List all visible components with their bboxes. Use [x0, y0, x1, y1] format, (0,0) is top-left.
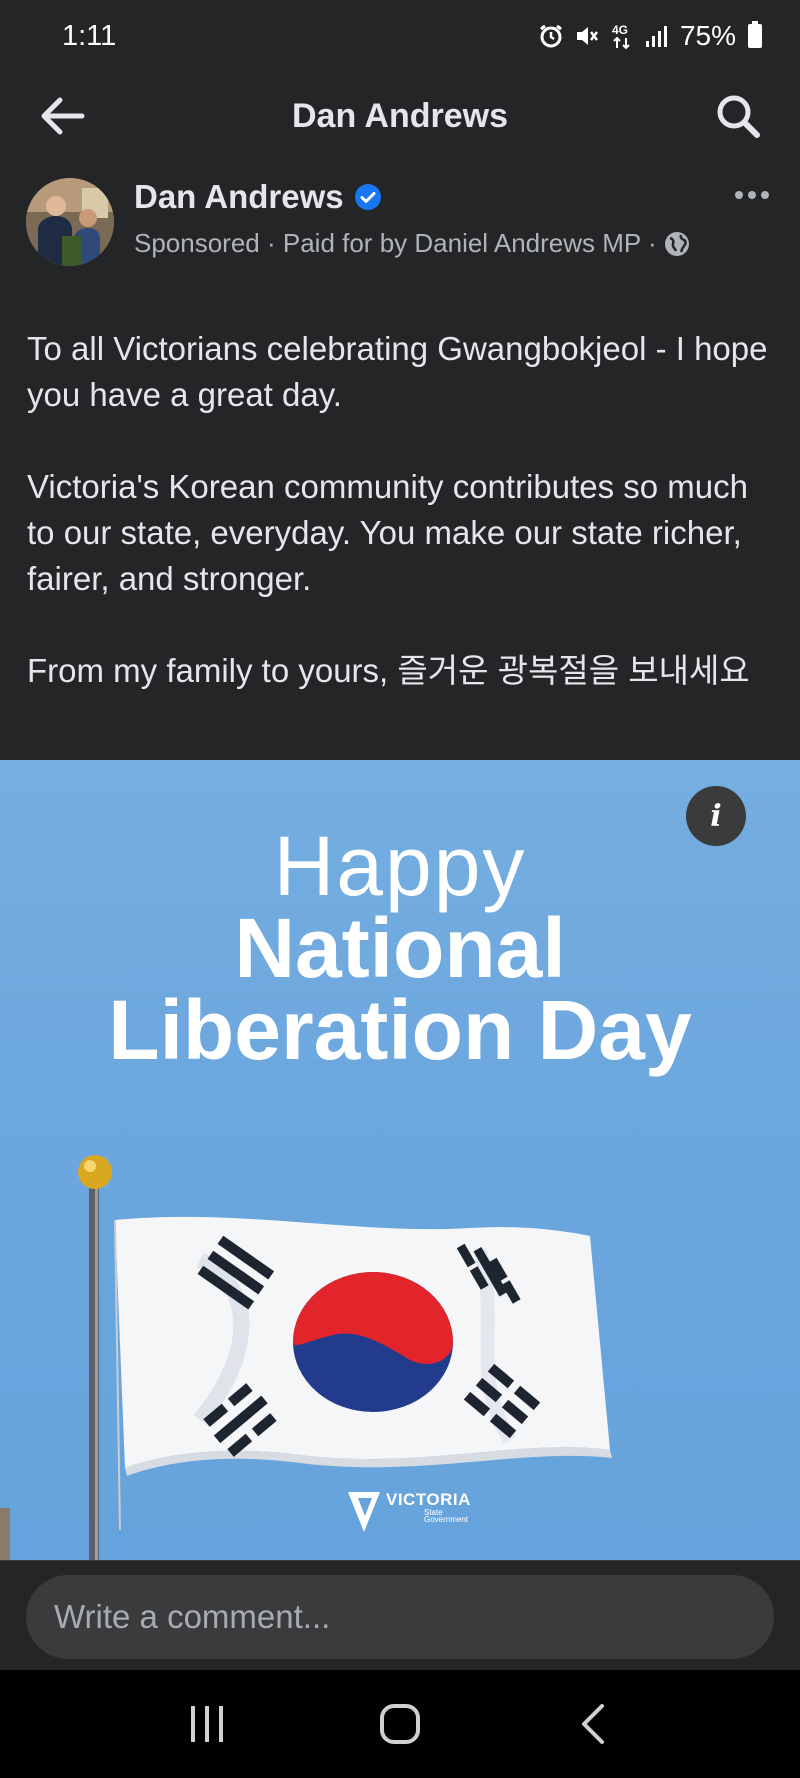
- post-image[interactable]: Happy National Liberation Day VICTORIA S…: [0, 760, 800, 1560]
- search-icon: [717, 95, 760, 138]
- alarm-icon: [540, 24, 562, 48]
- home-icon: [379, 1704, 420, 1744]
- victoria-sub-government: Government: [424, 1515, 469, 1524]
- battery-icon: [748, 21, 762, 48]
- korean-flag-illustration: [0, 1155, 612, 1560]
- victoria-v-icon: [348, 1492, 380, 1532]
- post-paragraph: Victoria's Korean community contributes …: [27, 468, 749, 597]
- mute-icon: [576, 27, 598, 45]
- taegeuk-symbol: [293, 1272, 453, 1412]
- app-header: Dan Andrews: [0, 82, 800, 150]
- avatar[interactable]: [26, 178, 114, 266]
- network-label: 4G: [612, 23, 628, 37]
- status-icons: 4G: [538, 22, 668, 50]
- victoria-logo: VICTORIA State Government: [346, 1490, 471, 1534]
- system-nav-bar: [0, 1670, 800, 1778]
- sponsored-label: Sponsored · Paid for by Daniel Andrews M…: [134, 228, 657, 258]
- post-paragraph: To all Victorians celebrating Gwangbokje…: [27, 330, 768, 413]
- post-paragraph: From my family to yours, 즐거운 광복절을 보내세요: [27, 652, 750, 689]
- info-button[interactable]: i: [686, 786, 746, 846]
- comment-bar: Write a comment...: [0, 1560, 800, 1670]
- nav-back-icon: [582, 1704, 605, 1744]
- screen: 1:11 4G 75% Dan Andrews Dan Andrews Spon…: [0, 0, 800, 1778]
- signal-icon: [645, 26, 667, 47]
- network-4g-icon: 4G: [612, 23, 630, 50]
- post-meta: Sponsored · Paid for by Daniel Andrews M…: [134, 226, 694, 260]
- search-button[interactable]: [712, 90, 764, 142]
- comment-input[interactable]: Write a comment...: [26, 1575, 774, 1659]
- globe-icon: [664, 232, 689, 256]
- status-time: 1:11: [62, 19, 117, 52]
- nav-back-button[interactable]: [558, 1689, 628, 1759]
- victoria-wordmark: VICTORIA State Government: [386, 1490, 471, 1524]
- avatar-photo: [26, 178, 114, 266]
- author-name[interactable]: Dan Andrews: [134, 178, 344, 216]
- home-button[interactable]: [365, 1689, 435, 1759]
- page-title: Dan Andrews: [291, 96, 508, 135]
- more-options-icon[interactable]: [728, 180, 776, 210]
- status-right: 4G 75%: [538, 20, 762, 52]
- victoria-word: VICTORIA: [386, 1490, 471, 1509]
- recent-apps-button[interactable]: [172, 1689, 242, 1759]
- author-line: Dan Andrews: [134, 178, 382, 216]
- back-button[interactable]: [36, 92, 88, 140]
- post-text: To all Victorians celebrating Gwangbokje…: [27, 326, 777, 694]
- recent-apps-icon: [190, 1706, 223, 1742]
- post-header: Dan Andrews Sponsored · Paid for by Dani…: [26, 176, 776, 296]
- back-arrow-icon: [41, 97, 85, 135]
- verified-badge-icon: [354, 184, 381, 210]
- battery-percent: 75%: [679, 20, 736, 51]
- status-bar: 1:11 4G 75%: [0, 0, 800, 72]
